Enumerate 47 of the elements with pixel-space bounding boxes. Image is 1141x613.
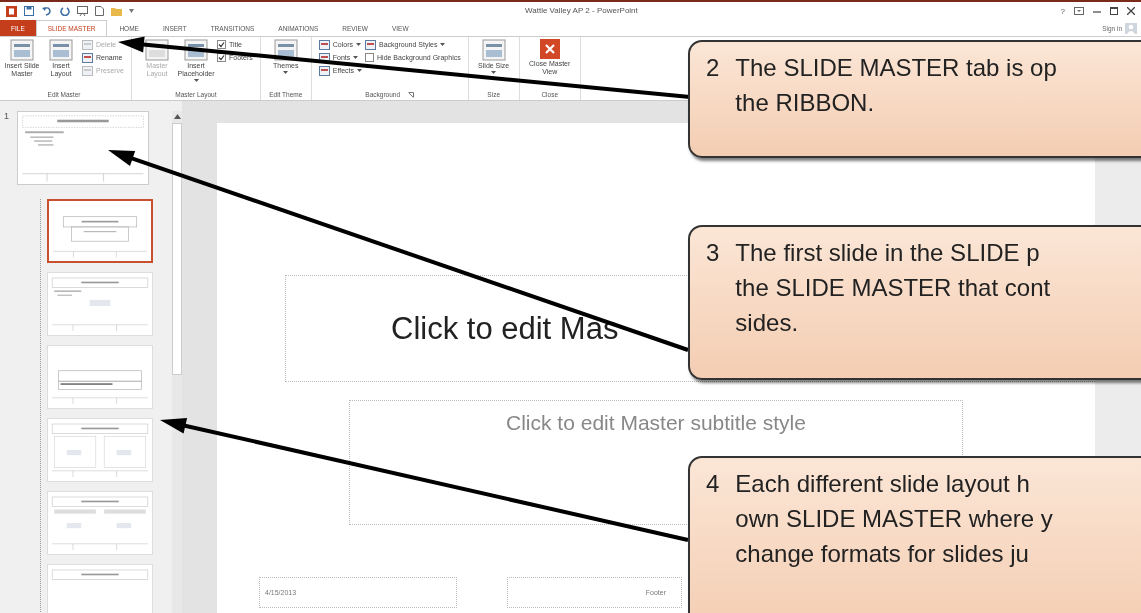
callout-text-line: The first slide in the SLIDE p xyxy=(735,238,1041,268)
callout-text-line: change formats for slides ju xyxy=(735,539,1030,569)
caret-icon xyxy=(491,71,497,75)
scroll-up-icon[interactable] xyxy=(173,114,181,119)
callout-text-line: the RIBBON. xyxy=(735,88,876,118)
layout-icon xyxy=(481,39,506,61)
command-icon xyxy=(82,39,93,50)
redo-icon[interactable] xyxy=(60,6,70,16)
title-text: Click to edit Mas xyxy=(391,310,619,347)
new-document-icon[interactable] xyxy=(95,6,104,16)
layout-thumbnail[interactable] xyxy=(47,199,153,263)
command-icon xyxy=(318,39,330,50)
dialog-launcher-icon[interactable] xyxy=(408,91,415,98)
step-number: 2 xyxy=(706,53,720,83)
caret-icon xyxy=(283,71,289,75)
save-icon[interactable] xyxy=(24,6,34,16)
step-number: 4 xyxy=(706,469,720,499)
caret-icon xyxy=(357,69,363,72)
ribbon-display-icon[interactable] xyxy=(1074,7,1084,15)
callout-text-line: The SLIDE MASTER tab is op xyxy=(735,53,1057,83)
customize-caret-icon[interactable] xyxy=(129,9,134,13)
maximize-icon[interactable] xyxy=(1110,7,1118,15)
caret-icon xyxy=(356,43,361,46)
step-number: 3 xyxy=(706,238,720,268)
slideshow-icon[interactable] xyxy=(77,6,88,16)
slide-master-thumbnail[interactable] xyxy=(17,111,149,185)
command-icon xyxy=(82,52,93,63)
close-icon[interactable] xyxy=(1127,7,1135,15)
callout-text-line: sides. xyxy=(735,308,800,338)
command-icon xyxy=(318,52,330,63)
subtitle-text: Click to edit Master subtitle style xyxy=(506,411,806,435)
slide-number: 1 xyxy=(4,111,9,121)
close-icon xyxy=(539,39,560,59)
command-icon xyxy=(365,39,377,50)
scroll-thumb[interactable] xyxy=(172,123,182,375)
caret-icon xyxy=(353,56,359,59)
callout-text-line: the SLIDE MASTER that cont xyxy=(735,273,1051,303)
layout-icon xyxy=(49,39,73,61)
help-button[interactable]: ? xyxy=(1060,6,1065,16)
command-icon xyxy=(318,65,330,76)
window-title: Wattle Valley AP 2 - PowerPoint xyxy=(525,6,638,15)
powerpoint-logo-icon xyxy=(6,5,17,17)
caret-icon xyxy=(193,79,199,83)
command-icon xyxy=(82,65,93,76)
undo-icon[interactable] xyxy=(41,6,53,16)
caret-icon xyxy=(440,43,446,46)
layout-icon xyxy=(10,39,34,61)
